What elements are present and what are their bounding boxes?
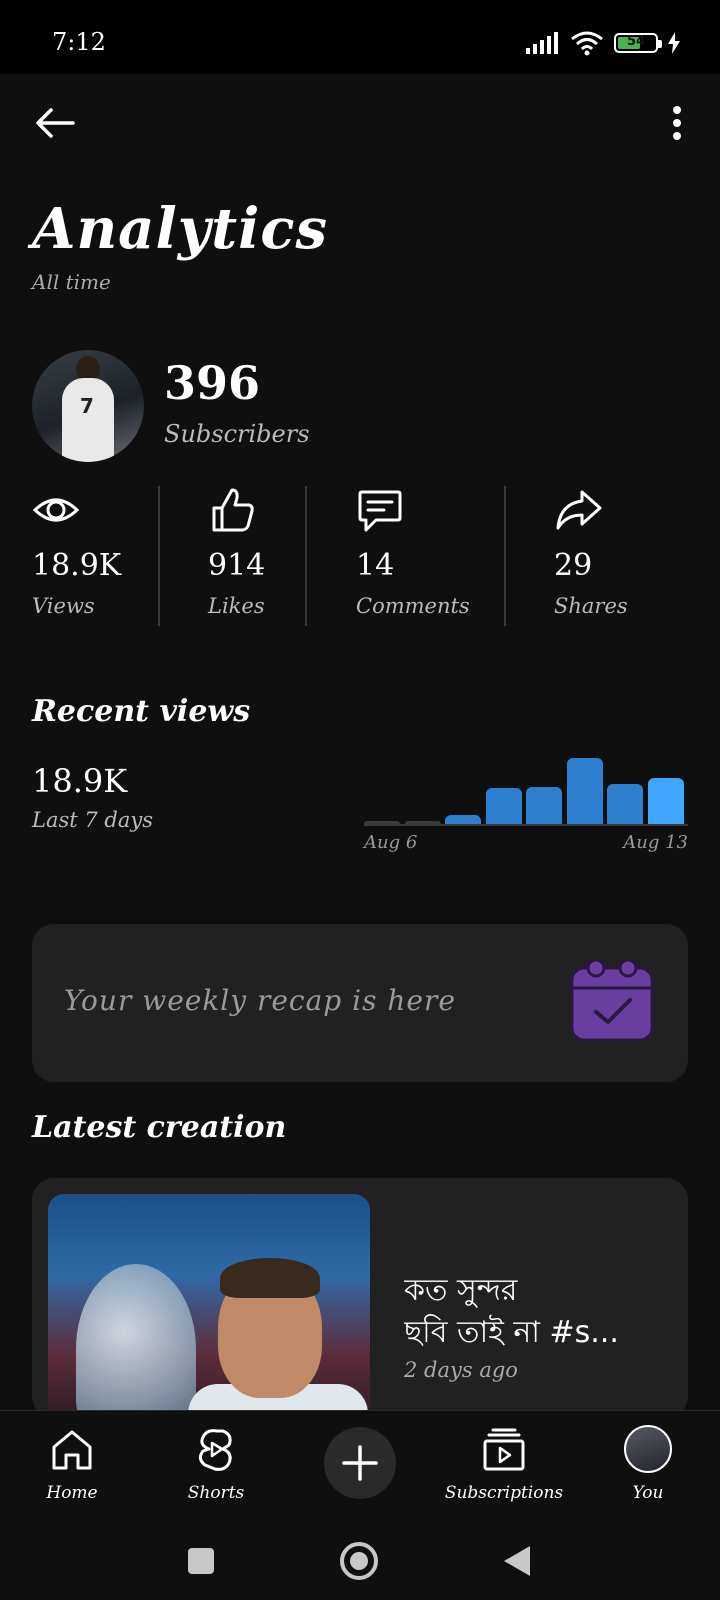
nav-label: Home bbox=[46, 1483, 98, 1503]
recent-apps-icon[interactable] bbox=[186, 1546, 216, 1576]
nav-label: Subscriptions bbox=[444, 1483, 564, 1503]
chart-bar bbox=[647, 777, 684, 824]
video-thumbnail[interactable] bbox=[48, 1194, 370, 1418]
chart-bar bbox=[404, 821, 441, 824]
nav-label: You bbox=[632, 1483, 664, 1503]
video-age: 2 days ago bbox=[404, 1358, 518, 1382]
stat-value: 14 bbox=[356, 548, 395, 583]
recent-views-value: 18.9K bbox=[32, 762, 128, 800]
status-time: 7:12 bbox=[52, 28, 106, 56]
back-triangle-icon[interactable] bbox=[502, 1544, 532, 1578]
bottom-nav: Home Shorts Subscriptions You bbox=[0, 1410, 720, 1521]
x-tick-end: Aug 13 bbox=[623, 832, 688, 853]
calendar-check-icon bbox=[570, 958, 654, 1042]
stat-divider bbox=[504, 486, 506, 626]
recap-text: Your weekly recap is here bbox=[64, 984, 456, 1017]
status-bar: 7:12 54 bbox=[0, 0, 720, 74]
chart-bar bbox=[364, 821, 400, 824]
chart-bar bbox=[526, 787, 562, 824]
recent-views-chart[interactable]: Aug 6 Aug 13 bbox=[364, 740, 688, 853]
recent-views-title: Recent views bbox=[32, 694, 251, 729]
chart-baseline bbox=[364, 824, 688, 826]
nav-label: Shorts bbox=[187, 1483, 245, 1503]
app-bar bbox=[0, 74, 720, 170]
thumbs-up-icon bbox=[212, 488, 254, 532]
subscriptions-icon bbox=[483, 1428, 525, 1471]
page-title: Analytics bbox=[32, 196, 329, 262]
home-circle-icon[interactable] bbox=[338, 1540, 380, 1582]
chart-bar bbox=[566, 758, 603, 824]
stat-label: Likes bbox=[208, 594, 265, 618]
weekly-recap-card[interactable]: Your weekly recap is here bbox=[32, 924, 688, 1082]
subscribers-count: 396 bbox=[164, 356, 261, 410]
comment-icon bbox=[358, 490, 402, 532]
nav-you[interactable]: You bbox=[588, 1421, 708, 1511]
nav-home[interactable]: Home bbox=[12, 1421, 132, 1511]
nav-subscriptions[interactable]: Subscriptions bbox=[444, 1421, 564, 1511]
more-options-button[interactable] bbox=[662, 98, 692, 148]
shorts-icon bbox=[198, 1429, 232, 1471]
channel-avatar[interactable]: 7 bbox=[32, 350, 144, 462]
x-tick-start: Aug 6 bbox=[364, 832, 418, 853]
stat-divider bbox=[305, 486, 307, 626]
signal-icon bbox=[526, 32, 558, 54]
more-vertical-icon bbox=[673, 106, 681, 140]
chart-bar bbox=[607, 784, 643, 824]
battery-icon: 54 bbox=[614, 33, 662, 53]
stat-value: 29 bbox=[554, 548, 593, 583]
recent-views-period: Last 7 days bbox=[32, 808, 153, 832]
video-title-line: ছবি তাই না #s... bbox=[404, 1315, 619, 1350]
chart-bar bbox=[445, 815, 481, 824]
latest-creation-title: Latest creation bbox=[32, 1110, 287, 1145]
arrow-left-icon bbox=[36, 108, 75, 138]
avatar-icon bbox=[624, 1425, 672, 1473]
back-button[interactable] bbox=[28, 100, 82, 146]
nav-shorts[interactable]: Shorts bbox=[156, 1421, 276, 1511]
video-title-line: কত সুন্দর bbox=[404, 1273, 518, 1308]
page-subtitle: All time bbox=[32, 270, 111, 294]
stat-label: Shares bbox=[554, 594, 628, 618]
eye-icon bbox=[32, 498, 80, 522]
stat-label: Comments bbox=[356, 594, 470, 618]
latest-creation-card[interactable]: কত সুন্দর ছবি তাই না #s... 2 days ago bbox=[32, 1178, 688, 1418]
plus-icon bbox=[342, 1445, 378, 1481]
share-icon bbox=[556, 490, 602, 530]
system-nav-bar bbox=[0, 1520, 720, 1600]
stat-divider bbox=[158, 486, 160, 626]
wifi-icon bbox=[571, 31, 603, 56]
battery-level: 54 bbox=[626, 34, 646, 49]
chart-bar bbox=[485, 788, 522, 824]
stat-value: 914 bbox=[208, 548, 266, 583]
charging-icon bbox=[668, 32, 680, 54]
subscribers-label: Subscribers bbox=[164, 420, 310, 448]
stat-value: 18.9K bbox=[32, 548, 122, 583]
status-icons: 54 bbox=[526, 30, 680, 56]
home-icon bbox=[52, 1430, 92, 1470]
stats-row: 18.9K Views 914 Likes 14 Comments 29 Sha… bbox=[0, 482, 720, 628]
video-title: কত সুন্দর ছবি তাই না #s... bbox=[404, 1270, 674, 1354]
create-button[interactable] bbox=[324, 1427, 396, 1499]
stat-label: Views bbox=[32, 594, 95, 618]
